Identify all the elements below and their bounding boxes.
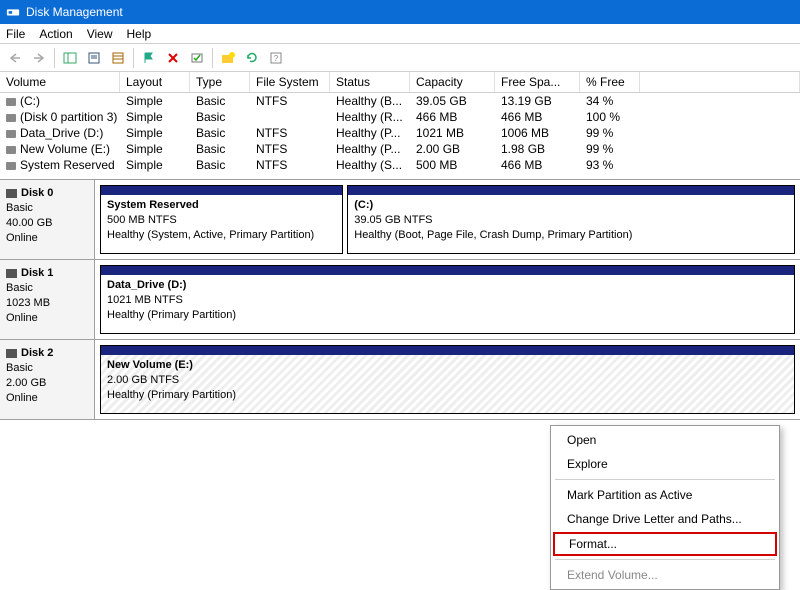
- flag-icon[interactable]: [138, 47, 160, 69]
- disk-label[interactable]: Disk 0Basic40.00 GBOnline: [0, 180, 95, 259]
- col-pctfree[interactable]: % Free: [580, 72, 640, 92]
- cm-mark-active[interactable]: Mark Partition as Active: [551, 483, 779, 507]
- volume-icon: [6, 98, 16, 106]
- context-menu: Open Explore Mark Partition as Active Ch…: [550, 425, 780, 590]
- window-title: Disk Management: [26, 5, 123, 19]
- cm-format[interactable]: Format...: [553, 532, 777, 556]
- disk-label[interactable]: Disk 1Basic1023 MBOnline: [0, 260, 95, 339]
- partition[interactable]: Data_Drive (D:)1021 MB NTFSHealthy (Prim…: [100, 265, 795, 334]
- menu-file[interactable]: File: [6, 27, 25, 41]
- refresh-icon[interactable]: [241, 47, 263, 69]
- partition[interactable]: (C:)39.05 GB NTFSHealthy (Boot, Page Fil…: [347, 185, 795, 254]
- partition-header-bar: [101, 266, 794, 275]
- volume-icon: [6, 130, 16, 138]
- col-spacer: [640, 72, 800, 92]
- col-layout[interactable]: Layout: [120, 72, 190, 92]
- check-icon[interactable]: [186, 47, 208, 69]
- menu-view[interactable]: View: [87, 27, 113, 41]
- col-volume[interactable]: Volume: [0, 72, 120, 92]
- volume-row[interactable]: New Volume (E:)SimpleBasicNTFSHealthy (P…: [0, 141, 800, 157]
- partition-header-bar: [348, 186, 794, 195]
- volume-row[interactable]: System ReservedSimpleBasicNTFSHealthy (S…: [0, 157, 800, 173]
- disk-icon: [6, 349, 17, 358]
- delete-icon[interactable]: [162, 47, 184, 69]
- cm-open[interactable]: Open: [551, 428, 779, 452]
- panel-icon[interactable]: [59, 47, 81, 69]
- disk-partitions: System Reserved500 MB NTFSHealthy (Syste…: [95, 180, 800, 259]
- volume-list-header: Volume Layout Type File System Status Ca…: [0, 72, 800, 93]
- menu-help[interactable]: Help: [127, 27, 152, 41]
- volume-row[interactable]: Data_Drive (D:)SimpleBasicNTFSHealthy (P…: [0, 125, 800, 141]
- col-freespace[interactable]: Free Spa...: [495, 72, 580, 92]
- disk-panel: Disk 0Basic40.00 GBOnlineSystem Reserved…: [0, 179, 800, 420]
- partition[interactable]: System Reserved500 MB NTFSHealthy (Syste…: [100, 185, 343, 254]
- menu-action[interactable]: Action: [39, 27, 72, 41]
- folder-new-icon[interactable]: [217, 47, 239, 69]
- disk-icon: [6, 189, 17, 198]
- disk-row: Disk 1Basic1023 MBOnlineData_Drive (D:)1…: [0, 260, 800, 340]
- cm-separator: [555, 559, 775, 560]
- partition-header-bar: [101, 186, 342, 195]
- partition[interactable]: New Volume (E:)2.00 GB NTFSHealthy (Prim…: [100, 345, 795, 414]
- cm-change-letter[interactable]: Change Drive Letter and Paths...: [551, 507, 779, 531]
- properties-icon[interactable]: [83, 47, 105, 69]
- menubar: File Action View Help: [0, 24, 800, 44]
- help-icon[interactable]: ?: [265, 47, 287, 69]
- partition-header-bar: [101, 346, 794, 355]
- volume-row[interactable]: (C:)SimpleBasicNTFSHealthy (B...39.05 GB…: [0, 93, 800, 109]
- col-filesystem[interactable]: File System: [250, 72, 330, 92]
- toolbar-separator: [54, 48, 55, 68]
- volume-icon: [6, 146, 16, 154]
- cm-separator: [555, 479, 775, 480]
- cm-extend-volume[interactable]: Extend Volume...: [551, 563, 779, 587]
- disk-partitions: New Volume (E:)2.00 GB NTFSHealthy (Prim…: [95, 340, 800, 419]
- volume-row[interactable]: (Disk 0 partition 3)SimpleBasicHealthy (…: [0, 109, 800, 125]
- svg-text:?: ?: [274, 54, 279, 63]
- col-capacity[interactable]: Capacity: [410, 72, 495, 92]
- app-icon: [6, 5, 20, 19]
- disk-row: Disk 2Basic2.00 GBOnlineNew Volume (E:)2…: [0, 340, 800, 420]
- toolbar-separator: [212, 48, 213, 68]
- toolbar: ?: [0, 44, 800, 72]
- disk-label[interactable]: Disk 2Basic2.00 GBOnline: [0, 340, 95, 419]
- cm-explore[interactable]: Explore: [551, 452, 779, 476]
- volume-list[interactable]: (C:)SimpleBasicNTFSHealthy (B...39.05 GB…: [0, 93, 800, 173]
- col-type[interactable]: Type: [190, 72, 250, 92]
- toolbar-separator: [133, 48, 134, 68]
- volume-icon: [6, 114, 16, 122]
- disk-partitions: Data_Drive (D:)1021 MB NTFSHealthy (Prim…: [95, 260, 800, 339]
- col-status[interactable]: Status: [330, 72, 410, 92]
- volume-icon: [6, 162, 16, 170]
- disk-icon: [6, 269, 17, 278]
- titlebar: Disk Management: [0, 0, 800, 24]
- list-icon[interactable]: [107, 47, 129, 69]
- disk-row: Disk 0Basic40.00 GBOnlineSystem Reserved…: [0, 180, 800, 260]
- forward-icon[interactable]: [28, 47, 50, 69]
- back-icon[interactable]: [4, 47, 26, 69]
